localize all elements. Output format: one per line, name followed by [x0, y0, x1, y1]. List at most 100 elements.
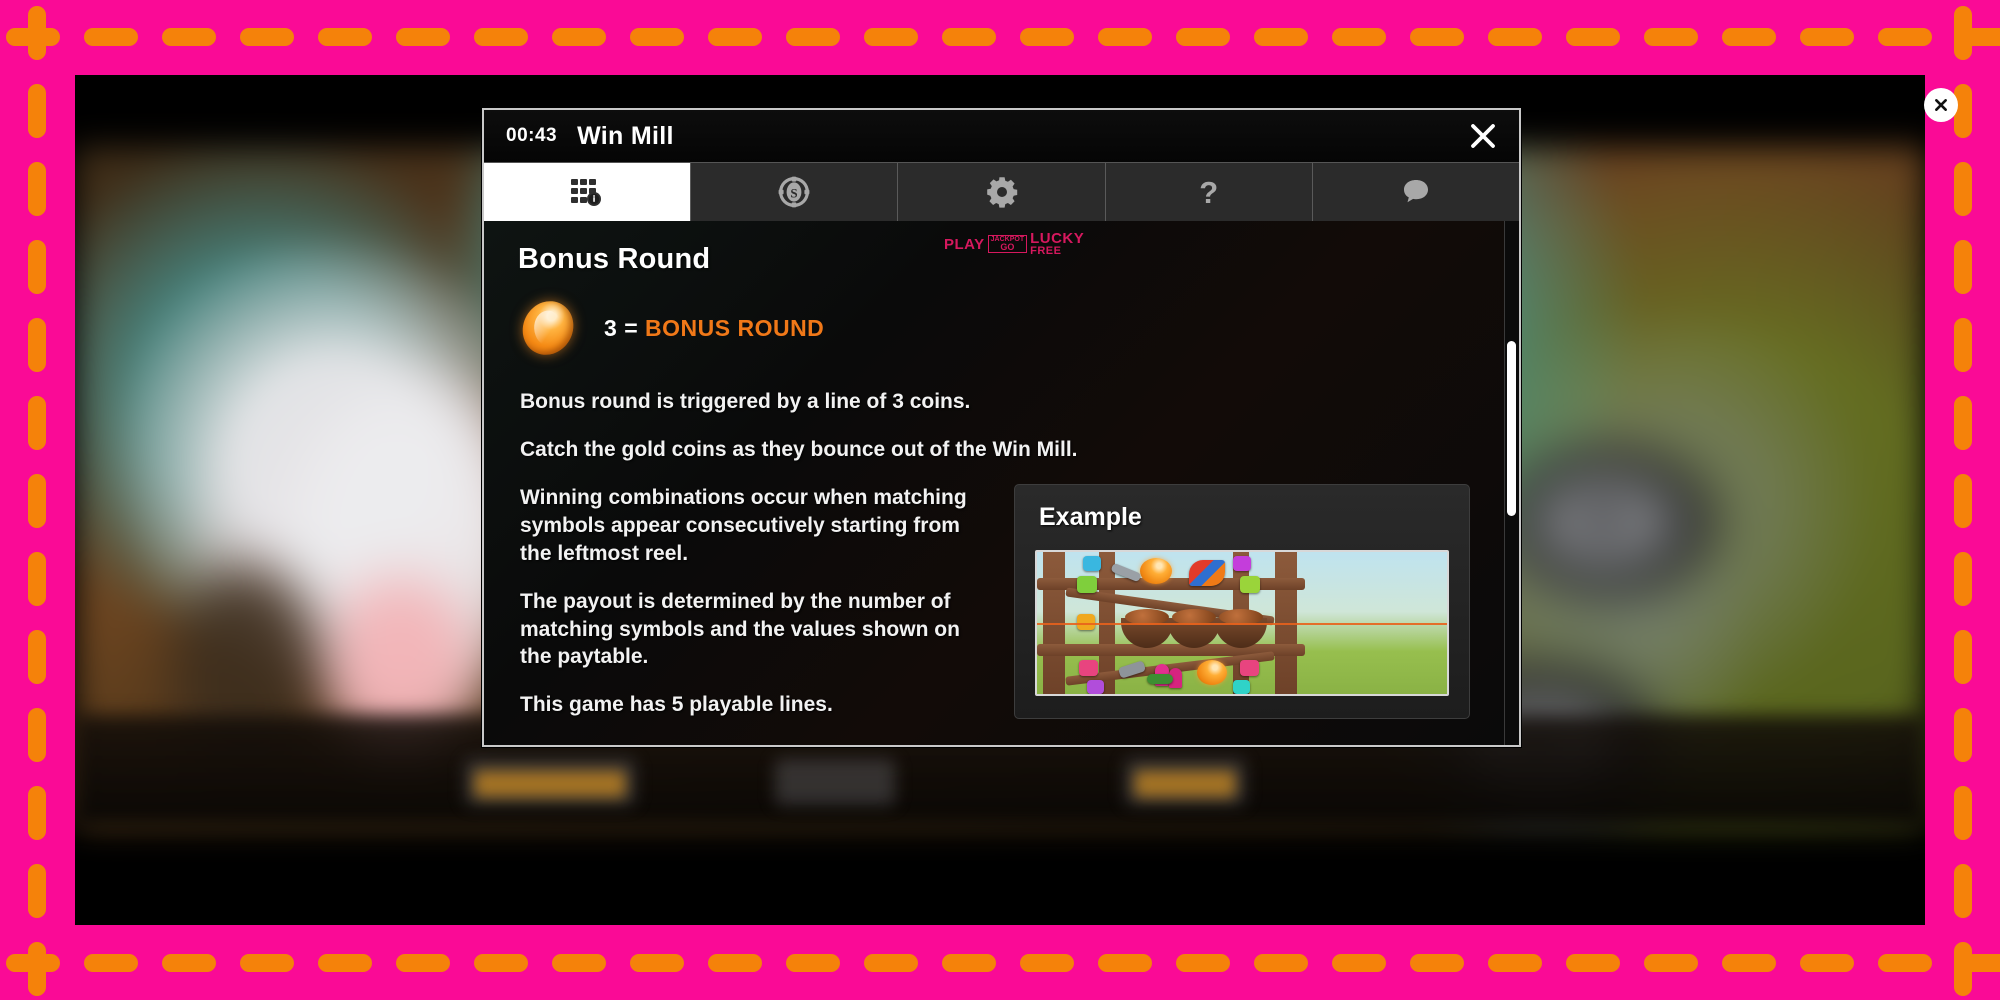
gear-icon	[986, 177, 1017, 208]
frame-dash	[630, 954, 684, 972]
frame-dash	[162, 954, 216, 972]
paragraph-payout: The payout is determined by the number o…	[520, 589, 960, 669]
casino-chip-icon: S	[778, 176, 810, 208]
close-icon	[1935, 99, 1947, 111]
dialog-titlebar: 00:43 Win Mill	[484, 110, 1519, 162]
scrollbar-thumb[interactable]	[1507, 341, 1516, 516]
frame-dash	[1566, 954, 1620, 972]
frame-dash	[1332, 954, 1386, 972]
frame-dash	[1722, 28, 1776, 46]
frame-dash	[28, 864, 46, 918]
frame-dash	[84, 28, 138, 46]
frame-dash	[28, 396, 46, 450]
frame-dash	[28, 318, 46, 372]
paragraph-trigger: Bonus round is triggered by a line of 3 …	[520, 390, 971, 413]
paytable-info-icon	[571, 179, 602, 206]
frame-dash	[786, 954, 840, 972]
frame-dash	[1954, 318, 1972, 372]
frame-dash	[162, 28, 216, 46]
frame-dash	[474, 954, 528, 972]
svg-text:S: S	[791, 185, 798, 200]
frame-dash	[1878, 954, 1932, 972]
lower-left-column: Winning combinations occur when matching…	[518, 484, 988, 739]
winning-payline	[1037, 622, 1447, 625]
frame-dash	[1956, 28, 2000, 46]
tab-settings[interactable]	[898, 163, 1106, 221]
frame-dash	[552, 28, 606, 46]
tab-bets[interactable]: S	[691, 163, 899, 221]
bonus-award-label: BONUS ROUND	[645, 314, 825, 341]
frame-dash	[6, 954, 60, 972]
example-card: Example	[1014, 483, 1470, 719]
frame-dash	[1800, 954, 1854, 972]
frame-dash	[864, 954, 918, 972]
dialog-title: Win Mill	[577, 121, 674, 150]
question-mark-icon: ?	[1199, 174, 1219, 210]
frame-dash	[396, 954, 450, 972]
frame-dash	[1800, 28, 1854, 46]
frame-dash	[708, 954, 762, 972]
close-dialog-button[interactable]	[1461, 114, 1505, 158]
frame-dash	[28, 786, 46, 840]
frame-dash	[1954, 786, 1972, 840]
frame-dash	[1254, 28, 1308, 46]
frame-dash	[28, 552, 46, 606]
bonus-symbol-row: 3 = BONUS ROUND	[517, 294, 1470, 362]
frame-dash	[1644, 28, 1698, 46]
frame-dash	[1644, 954, 1698, 972]
frame-dash	[28, 6, 46, 60]
frame-dash	[1954, 630, 1972, 684]
example-reels-image	[1035, 549, 1449, 696]
frame-dash	[28, 162, 46, 216]
frame-dash	[942, 28, 996, 46]
frame-dash	[1488, 28, 1542, 46]
frame-dash	[318, 954, 372, 972]
frame-dash	[942, 954, 996, 972]
frame-dash	[1954, 942, 1972, 996]
frame-dash	[1954, 708, 1972, 762]
frame-dash	[1410, 954, 1464, 972]
close-game-button[interactable]	[1924, 88, 1958, 122]
frame-dash	[28, 942, 46, 996]
frame-dash	[1566, 28, 1620, 46]
close-icon	[1471, 124, 1495, 148]
frame-dash	[1954, 552, 1972, 606]
frame-dash	[28, 474, 46, 528]
frame-dash	[6, 28, 60, 46]
frame-dash	[28, 630, 46, 684]
game-bar-value	[475, 771, 625, 797]
frame-dash	[1098, 954, 1152, 972]
frame-dash	[1954, 396, 1972, 450]
paragraph-winning-combinations: Winning combinations occur when matching…	[520, 485, 967, 565]
tab-paytable[interactable]	[484, 163, 692, 221]
frame-dash	[1954, 864, 1972, 918]
session-clock: 00:43	[506, 125, 558, 146]
frame-dash	[28, 84, 46, 138]
frame-dash	[84, 954, 138, 972]
frame-dash	[1954, 6, 1972, 60]
frame-dash	[786, 28, 840, 46]
frame-dash	[708, 28, 762, 46]
content-scrollbar[interactable]	[1504, 221, 1519, 745]
paragraph-lines: This game has 5 playable lines.	[520, 693, 833, 717]
frame-dash	[1878, 28, 1932, 46]
info-dialog: 00:43 Win Mill S ? Bonus Round 3 = BONUS…	[482, 108, 1521, 747]
frame-dash	[240, 954, 294, 972]
frame-dash	[864, 28, 918, 46]
gold-coin-icon	[517, 294, 579, 362]
chat-bubble-icon	[1403, 180, 1428, 203]
example-title: Example	[1039, 502, 1142, 531]
frame-dash	[1410, 28, 1464, 46]
bonus-payout-label: 3 = BONUS ROUND	[604, 315, 824, 342]
watermark-jackpot: JACKPOT	[990, 236, 1025, 243]
screenshot-root: 00:43 Win Mill S ? Bonus Round 3 = BONUS…	[0, 0, 2000, 1000]
tab-chat[interactable]	[1312, 163, 1519, 221]
frame-dash	[1954, 474, 1972, 528]
frame-dash	[1098, 28, 1152, 46]
dialog-tab-bar: S ?	[484, 162, 1519, 221]
frame-dash	[1722, 954, 1776, 972]
tab-help[interactable]: ?	[1105, 163, 1313, 221]
frame-dash	[1332, 28, 1386, 46]
dialog-content-wrap: Bonus Round 3 = BONUS ROUND Bonus round …	[484, 221, 1519, 745]
frame-dash	[1176, 28, 1230, 46]
